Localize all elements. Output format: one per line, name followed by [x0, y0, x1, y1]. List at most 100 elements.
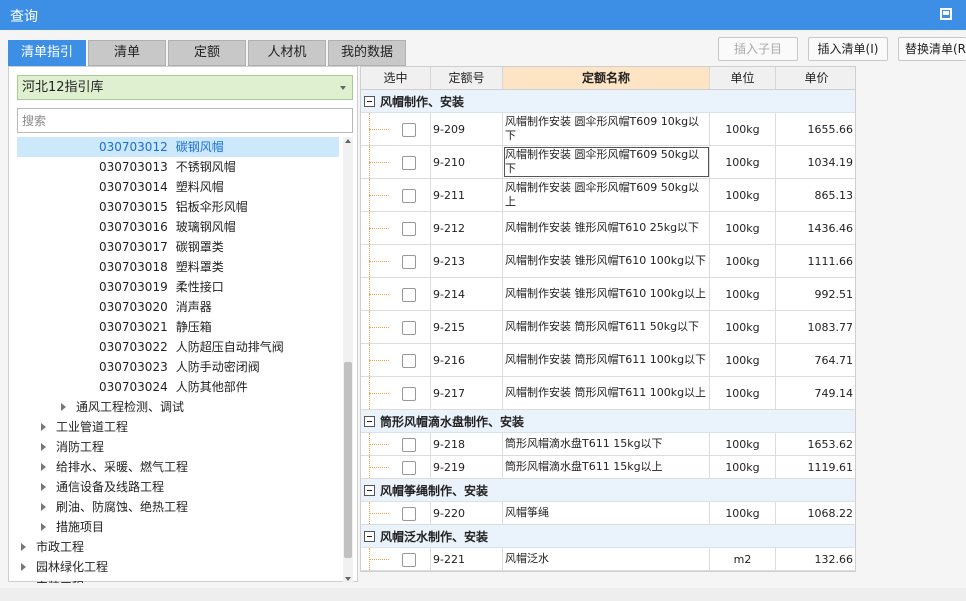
tree-scrollbar[interactable] — [343, 137, 353, 583]
tree-node[interactable]: 给排水、采暖、燃气工程 — [17, 457, 339, 477]
tree-item-030703018[interactable]: 030703018 塑料罩类 — [17, 257, 339, 277]
row-checkbox[interactable] — [402, 189, 416, 203]
tree-item-030703023[interactable]: 030703023 人防手动密闭阀 — [17, 357, 339, 377]
name-cell[interactable]: 筒形风帽滴水盘T611 15kg以上 — [503, 456, 710, 478]
collapse-icon[interactable] — [364, 96, 375, 107]
column-header-unit[interactable]: 单位 — [710, 67, 776, 89]
row-checkbox[interactable] — [402, 123, 416, 137]
tree-node[interactable]: 刷油、防腐蚀、绝热工程 — [17, 497, 339, 517]
table-row[interactable]: 9-216 风帽制作安装 筒形风帽T611 100kg以下 100kg 764.71 — [361, 344, 855, 377]
expand-arrow-icon[interactable] — [41, 442, 46, 451]
table-row[interactable]: 9-210 风帽制作安装 圆伞形风帽T609 50kg以下 100kg 1034.19 — [361, 146, 855, 179]
expand-arrow-icon[interactable] — [21, 582, 26, 583]
table-row[interactable]: 9-220 风帽筝绳 100kg 1068.22 — [361, 502, 855, 525]
expand-arrow-icon[interactable] — [21, 562, 26, 571]
scroll-down-icon[interactable] — [345, 577, 351, 581]
insert-list-button[interactable]: 插入清单(I) — [808, 37, 888, 61]
scroll-thumb[interactable] — [344, 362, 352, 558]
expand-arrow-icon[interactable] — [41, 482, 46, 491]
table-row[interactable]: 9-215 风帽制作安装 筒形风帽T611 50kg以下 100kg 1083.77 — [361, 311, 855, 344]
expand-arrow-icon[interactable] — [41, 502, 46, 511]
expand-arrow-icon[interactable] — [41, 422, 46, 431]
tree-item-030703016[interactable]: 030703016 玻璃钢风帽 — [17, 217, 339, 237]
name-cell[interactable]: 风帽制作安装 圆伞形风帽T609 10kg以下 — [503, 113, 710, 145]
column-header-code[interactable]: 定额号 — [431, 67, 503, 89]
replace-list-button[interactable]: 替换清单(R) — [898, 37, 966, 61]
row-checkbox[interactable] — [402, 288, 416, 302]
table-row[interactable]: 9-212 风帽制作安装 锥形风帽T610 25kg以下 100kg 1436.46 — [361, 212, 855, 245]
table-row[interactable]: 9-218 筒形风帽滴水盘T611 15kg以下 100kg 1653.62 — [361, 433, 855, 456]
expand-arrow-icon[interactable] — [41, 462, 46, 471]
row-checkbox[interactable] — [402, 507, 416, 521]
table-row[interactable]: 9-219 筒形风帽滴水盘T611 15kg以上 100kg 1119.61 — [361, 456, 855, 479]
tree-node[interactable]: 措施项目 — [17, 517, 339, 537]
group-row[interactable]: 风帽筝绳制作、安装 — [361, 479, 855, 502]
tab-labor-material-machine[interactable]: 人材机 — [248, 40, 326, 66]
tree-item-030703019[interactable]: 030703019 柔性接口 — [17, 277, 339, 297]
name-cell[interactable]: 风帽制作安装 圆伞形风帽T609 50kg以上 — [503, 179, 710, 211]
tree-item-030703021[interactable]: 030703021 静压箱 — [17, 317, 339, 337]
group-row[interactable]: 风帽制作、安装 — [361, 90, 855, 113]
row-checkbox[interactable] — [402, 321, 416, 335]
maximize-icon[interactable] — [940, 8, 952, 20]
column-header-select[interactable]: 选中 — [361, 67, 431, 89]
column-header-name[interactable]: 定额名称 — [503, 67, 710, 89]
table-row[interactable]: 9-213 风帽制作安装 锥形风帽T610 100kg以下 100kg 1111.66 — [361, 245, 855, 278]
collapse-icon[interactable] — [364, 416, 375, 427]
tree-item-030703012[interactable]: 030703012 碳钢风帽 — [17, 137, 339, 157]
name-cell[interactable]: 风帽制作安装 锥形风帽T610 100kg以上 — [503, 278, 710, 310]
name-cell[interactable]: 风帽制作安装 筒形风帽T611 50kg以下 — [503, 311, 710, 343]
tab-quota[interactable]: 定额 — [168, 40, 246, 66]
tab-my-data[interactable]: 我的数据 — [328, 40, 406, 66]
collapse-icon[interactable] — [364, 485, 375, 496]
tree-node[interactable]: 安装工程 — [17, 577, 339, 583]
tree-item-030703020[interactable]: 030703020 消声器 — [17, 297, 339, 317]
row-checkbox[interactable] — [402, 222, 416, 236]
tree-node[interactable]: 园林绿化工程 — [17, 557, 339, 577]
expand-arrow-icon[interactable] — [41, 522, 46, 531]
tree-node[interactable]: 通信设备及线路工程 — [17, 477, 339, 497]
name-cell[interactable]: 风帽制作安装 筒形风帽T611 100kg以上 — [503, 377, 710, 409]
tree-item-030703017[interactable]: 030703017 碳钢罩类 — [17, 237, 339, 257]
tree-node[interactable]: 工业管道工程 — [17, 417, 339, 437]
collapse-icon[interactable] — [364, 531, 375, 542]
name-cell[interactable]: 风帽制作安装 锥形风帽T610 100kg以下 — [503, 245, 710, 277]
tree-node[interactable]: 消防工程 — [17, 437, 339, 457]
library-select[interactable]: 河北12指引库 — [17, 75, 353, 100]
row-checkbox[interactable] — [402, 438, 416, 452]
tree-item-030703024[interactable]: 030703024 人防其他部件 — [17, 377, 339, 397]
row-checkbox[interactable] — [402, 387, 416, 401]
table-row[interactable]: 9-221 风帽泛水 m2 132.66 — [361, 548, 855, 571]
row-checkbox[interactable] — [402, 255, 416, 269]
group-row[interactable]: 筒形风帽滴水盘制作、安装 — [361, 410, 855, 433]
tree-item-030703013[interactable]: 030703013 不锈钢风帽 — [17, 157, 339, 177]
insert-child-button[interactable]: 插入子目 — [718, 37, 798, 61]
table-row[interactable]: 9-209 风帽制作安装 圆伞形风帽T609 10kg以下 100kg 1655.66 — [361, 113, 855, 146]
row-checkbox[interactable] — [402, 553, 416, 567]
row-checkbox[interactable] — [402, 461, 416, 475]
table-row[interactable]: 9-214 风帽制作安装 锥形风帽T610 100kg以上 100kg 992.51 — [361, 278, 855, 311]
table-row[interactable]: 9-217 风帽制作安装 筒形风帽T611 100kg以上 100kg 749.14 — [361, 377, 855, 410]
expand-arrow-icon[interactable] — [21, 542, 26, 551]
name-cell[interactable]: 风帽制作安装 锥形风帽T610 25kg以下 — [503, 212, 710, 244]
tree-node[interactable]: 通风工程检测、调试 — [17, 397, 339, 417]
name-cell[interactable]: 风帽筝绳 — [503, 502, 710, 524]
name-cell[interactable]: 筒形风帽滴水盘T611 15kg以下 — [503, 433, 710, 455]
group-row[interactable]: 风帽泛水制作、安装 — [361, 525, 855, 548]
name-cell[interactable]: 风帽制作安装 筒形风帽T611 100kg以下 — [503, 344, 710, 376]
scroll-up-icon[interactable] — [345, 139, 351, 143]
tree-item-030703014[interactable]: 030703014 塑料风帽 — [17, 177, 339, 197]
tree-item-030703022[interactable]: 030703022 人防超压自动排气阀 — [17, 337, 339, 357]
name-cell[interactable]: 风帽泛水 — [503, 548, 710, 570]
name-cell[interactable]: 风帽制作安装 圆伞形风帽T609 50kg以下 — [503, 146, 710, 178]
tab-list[interactable]: 清单 — [88, 40, 166, 66]
row-checkbox[interactable] — [402, 354, 416, 368]
tree-node[interactable]: 市政工程 — [17, 537, 339, 557]
tree-item-030703015[interactable]: 030703015 铝板伞形风帽 — [17, 197, 339, 217]
row-checkbox[interactable] — [402, 156, 416, 170]
tab-list-guide[interactable]: 清单指引 — [8, 40, 86, 66]
expand-arrow-icon[interactable] — [61, 402, 66, 411]
column-header-price[interactable]: 单价 — [776, 67, 855, 89]
table-row[interactable]: 9-211 风帽制作安装 圆伞形风帽T609 50kg以上 100kg 865.13 — [361, 179, 855, 212]
search-input[interactable] — [17, 108, 353, 133]
